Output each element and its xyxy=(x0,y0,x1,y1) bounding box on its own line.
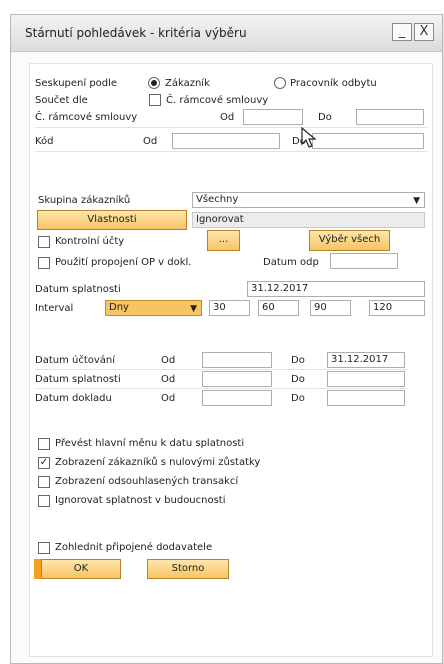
due-to-label: Do xyxy=(291,374,305,385)
document-from-input[interactable] xyxy=(202,390,272,406)
interval-label: Interval xyxy=(35,303,74,314)
control-accounts-checkbox[interactable] xyxy=(38,236,50,248)
focus-indicator xyxy=(34,559,41,579)
contract-from-input[interactable] xyxy=(243,109,303,125)
zero-balance-checkbox[interactable]: ✓ xyxy=(38,457,50,469)
document-from-label: Od xyxy=(161,393,176,404)
due-to-input[interactable] xyxy=(327,371,405,387)
document-date-label: Datum dokladu xyxy=(35,393,112,404)
due-from-input[interactable] xyxy=(202,371,272,387)
convert-currency-label: Převést hlavní měnu k datu splatnosti xyxy=(55,438,245,449)
title-bar[interactable]: Stárnutí pohledávek - kritéria výběru _ … xyxy=(11,15,442,52)
zero-balance-label: Zobrazení zákazníků s nulovými zůstatky xyxy=(55,457,261,468)
interval-value-input[interactable]: 90 xyxy=(310,300,351,316)
criteria-panel: Seskupení podle Zákazník Pracovník odbyt… xyxy=(29,63,433,657)
due-date-label: Datum splatnosti xyxy=(35,284,121,295)
vendors-checkbox[interactable] xyxy=(38,542,50,554)
customer-group-select[interactable]: Všechny ▼ xyxy=(192,192,425,208)
posting-to-label: Do xyxy=(291,355,305,366)
link-checkbox[interactable] xyxy=(38,257,50,269)
link-label: Použití propojení OP v dokl. xyxy=(55,257,192,268)
checkmark-icon: ✓ xyxy=(39,457,49,468)
dialog-window: Stárnutí pohledávek - kritéria výběru _ … xyxy=(10,14,443,664)
posting-to-input[interactable]: 31.12.2017 xyxy=(327,352,405,368)
interval-value-input[interactable]: 60 xyxy=(258,300,299,316)
customer-group-label: Skupina zákazníků xyxy=(38,195,131,206)
ok-button[interactable]: OK xyxy=(41,559,121,579)
divider xyxy=(35,388,407,389)
properties-button[interactable]: Vlastnosti xyxy=(37,210,187,230)
radio-selected-dot xyxy=(151,80,157,86)
due-from-label: Od xyxy=(161,374,176,385)
match-date-input[interactable] xyxy=(330,253,398,269)
due-range-label: Datum splatnosti xyxy=(35,374,121,385)
code-from-input[interactable] xyxy=(172,133,280,149)
code-label: Kód xyxy=(35,136,54,147)
due-date-input[interactable]: 31.12.2017 xyxy=(247,281,425,297)
cancel-button[interactable]: Storno xyxy=(147,559,229,579)
close-icon: X xyxy=(419,24,429,39)
mouse-cursor-icon xyxy=(301,127,317,148)
minimize-icon: _ xyxy=(398,24,406,39)
radio-employee-label: Pracovník odbytu xyxy=(290,78,377,89)
contract-label: Č. rámcové smlouvy xyxy=(35,112,138,123)
dropdown-arrow-icon: ▼ xyxy=(190,304,197,314)
interval-value-input[interactable]: 120 xyxy=(369,300,425,316)
code-from-label: Od xyxy=(143,136,158,147)
sum-label: Součet dle xyxy=(35,95,88,106)
control-accounts-label: Kontrolní účty xyxy=(55,236,125,247)
divider xyxy=(35,127,427,128)
divider xyxy=(35,369,407,370)
document-to-input[interactable] xyxy=(327,390,405,406)
contract-to-input[interactable] xyxy=(356,109,424,125)
posting-from-label: Od xyxy=(161,355,176,366)
interval-unit-select[interactable]: Dny ▼ xyxy=(105,300,202,316)
browse-button[interactable]: ... xyxy=(207,230,240,251)
match-date-label: Datum odp xyxy=(263,257,319,268)
minimize-button[interactable]: _ xyxy=(392,23,412,41)
vendors-label: Zohlednit připojené dodavatele xyxy=(55,542,213,553)
contract-from-label: Od xyxy=(220,112,235,123)
window-title: Stárnutí pohledávek - kritéria výběru xyxy=(25,26,247,40)
radio-customer-label: Zákazník xyxy=(165,78,210,89)
ignore-future-checkbox[interactable] xyxy=(38,495,50,507)
radio-customer[interactable] xyxy=(148,77,160,89)
grouping-label: Seskupení podle xyxy=(35,78,118,89)
customer-group-value: Všechny xyxy=(196,194,239,205)
close-button[interactable]: X xyxy=(414,23,434,41)
reconciled-label: Zobrazení odsouhlasených transakcí xyxy=(55,476,239,487)
divider xyxy=(35,151,427,152)
interval-unit-value: Dny xyxy=(109,302,129,313)
convert-currency-checkbox[interactable] xyxy=(38,438,50,450)
contract-to-label: Do xyxy=(318,112,332,123)
dropdown-arrow-icon: ▼ xyxy=(413,196,420,206)
posting-date-label: Datum účtování xyxy=(35,355,116,366)
posting-from-input[interactable] xyxy=(202,352,272,368)
sum-contract-label: Č. rámcové smlouvy xyxy=(166,95,269,106)
select-all-button[interactable]: Výběr všech xyxy=(309,230,390,251)
reconciled-checkbox[interactable] xyxy=(38,476,50,488)
radio-employee[interactable] xyxy=(274,77,286,89)
sum-contract-checkbox[interactable] xyxy=(149,94,161,106)
ignore-future-label: Ignorovat splatnost v budoucnosti xyxy=(55,495,226,506)
interval-value-input[interactable]: 30 xyxy=(209,300,250,316)
properties-value: Ignorovat xyxy=(192,212,425,228)
code-to-input[interactable] xyxy=(312,133,424,149)
document-to-label: Do xyxy=(291,393,305,404)
